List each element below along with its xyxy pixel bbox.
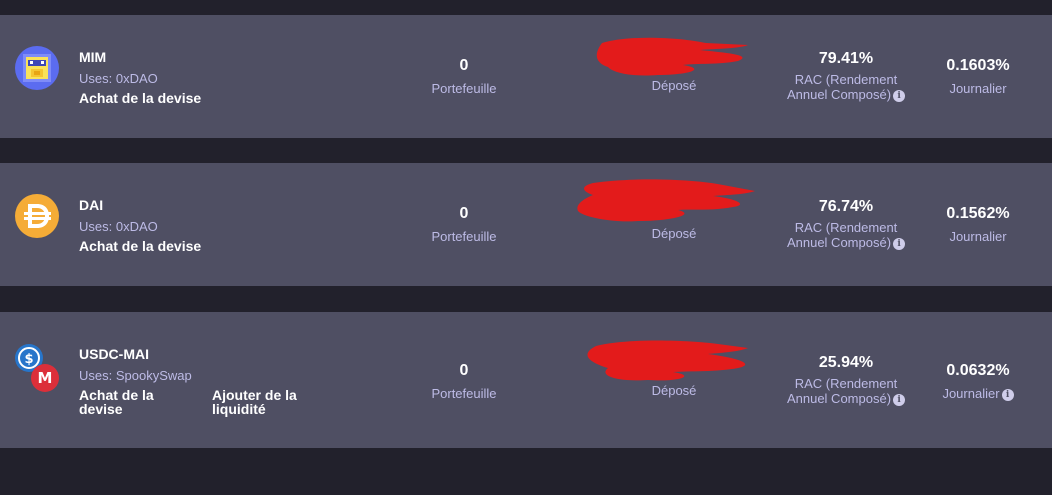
deposited: Déposé	[614, 226, 734, 241]
token-name: USDC-MAI	[79, 346, 149, 362]
token-uses: Uses: 0xDAO	[79, 219, 158, 234]
info-icon[interactable]: i	[1001, 388, 1014, 401]
apy: 25.94% RAC (Rendement Annuel Composé) i	[776, 354, 916, 406]
deposited: Déposé	[614, 78, 734, 93]
deposited-label: Déposé	[651, 383, 697, 398]
info-icon[interactable]: i	[893, 393, 906, 406]
vault-row-usdc-mai: $ M USDC-MAI Uses: SpookySwap Achat de l…	[0, 312, 1052, 448]
deposited-label: Déposé	[651, 78, 697, 93]
redaction-mark	[587, 340, 748, 381]
wallet-balance-value: 0	[459, 57, 469, 74]
apy-label-line-1: RAC (Rendement	[794, 376, 898, 391]
daily-rate-label: Journalier	[949, 81, 1007, 96]
buy-token-link[interactable]: Achat de la devise	[79, 91, 201, 105]
redaction-mark	[577, 179, 755, 222]
vault-row-dai: DAI Uses: 0xDAO Achat de la devise 0 Por…	[0, 163, 1052, 286]
daily-rate-label-text: Journalier	[942, 386, 1000, 401]
apy-label-line-1: RAC (Rendement	[794, 72, 898, 87]
svg-text:$: $	[24, 352, 33, 367]
wallet-balance-label: Portefeuille	[431, 81, 497, 96]
apy: 79.41% RAC (Rendement Annuel Composé) i	[776, 50, 916, 102]
info-icon[interactable]: i	[893, 237, 906, 250]
daily-rate-value: 0.1562%	[946, 205, 1010, 222]
wallet-balance: 0 Portefeuille	[414, 362, 514, 401]
apy-label-line-2: Annuel Composé)	[786, 87, 892, 102]
daily-rate: 0.1562% Journalier	[930, 205, 1026, 244]
wallet-balance-label: Portefeuille	[431, 386, 497, 401]
daily-rate-label: Journalier i	[930, 386, 1026, 401]
apy-label: RAC (Rendement Annuel Composé) i	[776, 376, 916, 406]
apy-value: 25.94%	[818, 354, 874, 371]
info-icon[interactable]: i	[893, 89, 906, 102]
usdc-mai-icon: $ M	[15, 344, 59, 392]
token-name: DAI	[79, 197, 104, 213]
apy-value: 76.74%	[818, 198, 874, 215]
apy-value: 79.41%	[818, 50, 874, 67]
apy-label: RAC (Rendement Annuel Composé) i	[776, 72, 916, 102]
deposited-label: Déposé	[651, 226, 697, 241]
token-uses: Uses: 0xDAO	[79, 71, 158, 86]
svg-text:M: M	[38, 369, 53, 387]
wallet-balance: 0 Portefeuille	[414, 205, 514, 244]
apy: 76.74% RAC (Rendement Annuel Composé) i	[776, 198, 916, 250]
daily-rate: 0.1603% Journalier	[930, 57, 1026, 96]
dai-icon	[15, 194, 59, 238]
daily-rate: 0.0632% Journalier i	[930, 362, 1026, 401]
apy-label-line-2: Annuel Composé)	[786, 235, 892, 250]
daily-rate-label: Journalier	[949, 229, 1007, 244]
apy-label-line-2: Annuel Composé)	[786, 391, 892, 406]
apy-label: RAC (Rendement Annuel Composé) i	[776, 220, 916, 250]
token-uses: Uses: SpookySwap	[79, 368, 192, 383]
daily-rate-value: 0.0632%	[946, 362, 1010, 379]
wallet-balance: 0 Portefeuille	[414, 57, 514, 96]
daily-rate-value: 0.1603%	[946, 57, 1010, 74]
deposited: Déposé	[614, 383, 734, 398]
buy-token-link[interactable]: Achat de la devise	[79, 388, 179, 416]
token-name: MIM	[79, 49, 107, 65]
add-liquidity-link[interactable]: Ajouter de la liquidité	[212, 388, 322, 416]
wallet-balance-value: 0	[459, 362, 469, 379]
wallet-balance-label: Portefeuille	[431, 229, 497, 244]
apy-label-line-1: RAC (Rendement	[794, 220, 898, 235]
wallet-balance-value: 0	[459, 205, 469, 222]
buy-token-link[interactable]: Achat de la devise	[79, 239, 201, 253]
mim-icon	[15, 46, 59, 90]
redaction-mark	[596, 37, 748, 76]
vault-row-mim: MIM Uses: 0xDAO Achat de la devise 0 Por…	[0, 15, 1052, 138]
